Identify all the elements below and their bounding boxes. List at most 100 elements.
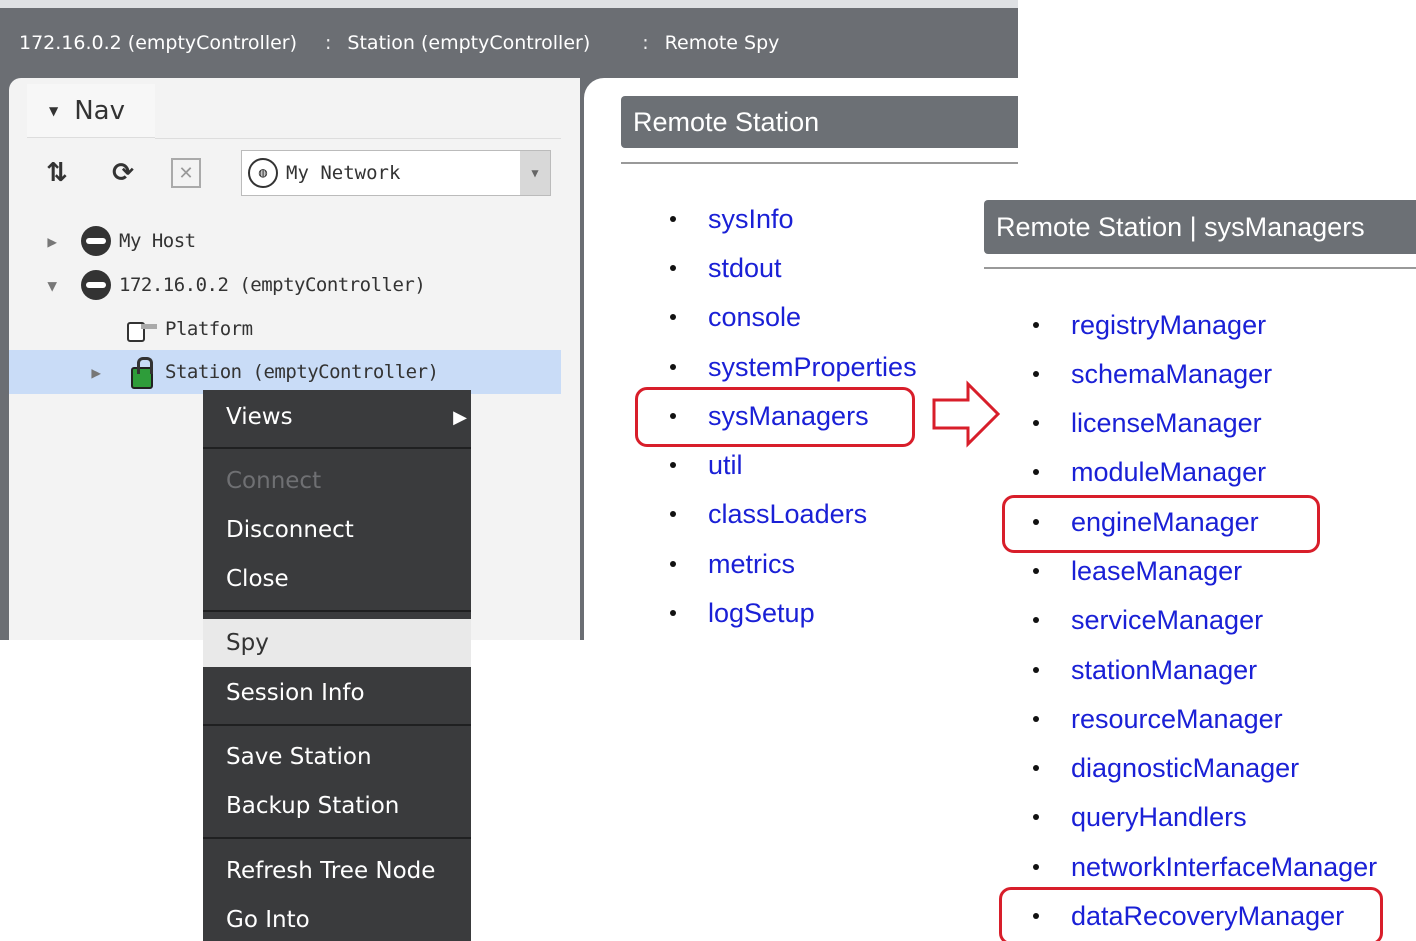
bullet-icon <box>1033 371 1039 377</box>
link-schemamanager[interactable]: schemaManager <box>1071 359 1272 390</box>
list-item: licenseManager <box>1033 403 1262 443</box>
tree-node-my-host[interactable]: ▶ My Host <box>9 219 561 263</box>
chevron-down-icon[interactable]: ▼ <box>520 151 550 195</box>
menu-item-views[interactable]: Views ▶ <box>203 393 471 441</box>
link-leasemanager[interactable]: leaseManager <box>1071 556 1242 587</box>
bullet-icon <box>1033 814 1039 820</box>
link-systemproperties[interactable]: systemProperties <box>708 352 917 383</box>
menu-item-connect[interactable]: Connect <box>203 457 471 505</box>
arrow-right-icon <box>932 380 1001 448</box>
header-rule <box>984 267 1416 269</box>
link-registrymanager[interactable]: registryManager <box>1071 310 1266 341</box>
list-item: schemaManager <box>1033 354 1272 394</box>
link-networkinterfacemanager[interactable]: networkInterfaceManager <box>1071 852 1377 883</box>
network-select[interactable]: ◍ My Network ▼ <box>241 150 551 196</box>
list-item: diagnosticManager <box>1033 748 1299 788</box>
nav-toolbar: ⇅ ⟳ ✕ <box>39 150 227 196</box>
breadcrumb-separator: : <box>642 32 649 54</box>
link-modulemanager[interactable]: moduleManager <box>1071 457 1266 488</box>
bullet-icon <box>670 265 676 271</box>
bullet-icon <box>670 314 676 320</box>
context-menu: Views ▶ Connect Disconnect Close Spy Ses… <box>203 390 471 941</box>
menu-separator <box>203 447 471 449</box>
list-item: resourceManager <box>1033 699 1283 739</box>
link-logsetup[interactable]: logSetup <box>708 598 815 629</box>
header-rule <box>621 162 1018 164</box>
tree-node-station[interactable]: ▶ Station (emptyController) <box>9 350 561 394</box>
menu-item-spy[interactable]: Spy <box>203 619 471 667</box>
bullet-icon <box>670 364 676 370</box>
link-resourcemanager[interactable]: resourceManager <box>1071 704 1283 735</box>
menu-item-backup-station[interactable]: Backup Station <box>203 782 471 830</box>
bullet-icon <box>1033 322 1039 328</box>
bullet-icon <box>1033 420 1039 426</box>
link-servicemanager[interactable]: serviceManager <box>1071 605 1263 636</box>
list-item: networkInterfaceManager <box>1033 847 1377 887</box>
bullet-icon <box>670 216 676 222</box>
globe-icon: ◍ <box>248 158 278 188</box>
link-console[interactable]: console <box>708 302 801 333</box>
list-item: systemProperties <box>670 347 917 387</box>
link-queryhandlers[interactable]: queryHandlers <box>1071 802 1247 833</box>
close-icon[interactable]: ✕ <box>171 158 201 188</box>
link-classloaders[interactable]: classLoaders <box>708 499 867 530</box>
link-sysinfo[interactable]: sysInfo <box>708 204 794 235</box>
breadcrumb-item-host[interactable]: 172.16.0.2 (emptyController) <box>19 32 297 54</box>
expand-arrow-icon[interactable]: ▶ <box>89 363 103 382</box>
host-icon <box>81 270 111 300</box>
tree-node-controller[interactable]: ▼ 172.16.0.2 (emptyController) <box>9 263 561 307</box>
submenu-arrow-icon: ▶ <box>453 406 467 428</box>
list-item: leaseManager <box>1033 551 1242 591</box>
bullet-icon <box>1033 864 1039 870</box>
expand-arrow-icon[interactable]: ▶ <box>45 232 59 251</box>
menu-item-label: Views <box>226 404 293 430</box>
list-item: metrics <box>670 544 795 584</box>
highlight-box-datarecoverymanager <box>999 887 1383 941</box>
platform-icon <box>127 318 157 342</box>
menu-item-close[interactable]: Close <box>203 555 471 603</box>
menu-separator <box>203 837 471 839</box>
menu-item-session-info[interactable]: Session Info <box>203 669 471 717</box>
bullet-icon <box>670 561 676 567</box>
refresh-icon[interactable]: ⟳ <box>105 155 141 191</box>
caret-down-icon[interactable]: ▼ <box>49 104 58 118</box>
breadcrumb-item-remote-spy[interactable]: Remote Spy <box>665 32 780 54</box>
link-stdout[interactable]: stdout <box>708 253 782 284</box>
list-item: logSetup <box>670 593 815 633</box>
list-item: moduleManager <box>1033 452 1266 492</box>
bullet-icon <box>1033 617 1039 623</box>
breadcrumb-item-station[interactable]: Station (emptyController) <box>347 32 590 54</box>
list-item: util <box>670 445 743 485</box>
sort-arrows-icon[interactable]: ⇅ <box>39 155 75 191</box>
menu-item-refresh-tree-node[interactable]: Refresh Tree Node <box>203 847 471 895</box>
menu-item-disconnect[interactable]: Disconnect <box>203 506 471 554</box>
tree-node-label: 172.16.0.2 (emptyController) <box>119 274 426 296</box>
link-util[interactable]: util <box>708 450 743 481</box>
breadcrumb-separator: : <box>325 32 332 54</box>
menu-separator <box>203 724 471 726</box>
remote-station-header: Remote Station <box>621 96 1018 148</box>
tab-nav[interactable]: ▼ Nav <box>27 84 155 138</box>
tree-node-label: Platform <box>165 318 253 340</box>
bullet-icon <box>1033 469 1039 475</box>
bullet-icon <box>1033 568 1039 574</box>
breadcrumb: 172.16.0.2 (emptyController) : Station (… <box>0 8 1018 78</box>
tree-node-label: My Host <box>119 230 196 252</box>
link-licensemanager[interactable]: licenseManager <box>1071 408 1262 439</box>
bullet-icon <box>670 511 676 517</box>
link-diagnosticmanager[interactable]: diagnosticManager <box>1071 753 1299 784</box>
sysmanagers-header: Remote Station | sysManagers <box>984 200 1416 254</box>
collapse-arrow-icon[interactable]: ▼ <box>45 276 59 295</box>
menu-item-save-station[interactable]: Save Station <box>203 733 471 781</box>
tree-node-platform[interactable]: Platform <box>9 307 561 351</box>
link-stationmanager[interactable]: stationManager <box>1071 655 1257 686</box>
list-item: sysInfo <box>670 199 794 239</box>
menu-separator <box>203 610 471 612</box>
list-item: stdout <box>670 248 782 288</box>
link-metrics[interactable]: metrics <box>708 549 795 580</box>
list-item: classLoaders <box>670 494 867 534</box>
list-item: stationManager <box>1033 650 1257 690</box>
bullet-icon <box>1033 667 1039 673</box>
bullet-icon <box>670 462 676 468</box>
menu-item-go-into[interactable]: Go Into <box>203 896 471 941</box>
